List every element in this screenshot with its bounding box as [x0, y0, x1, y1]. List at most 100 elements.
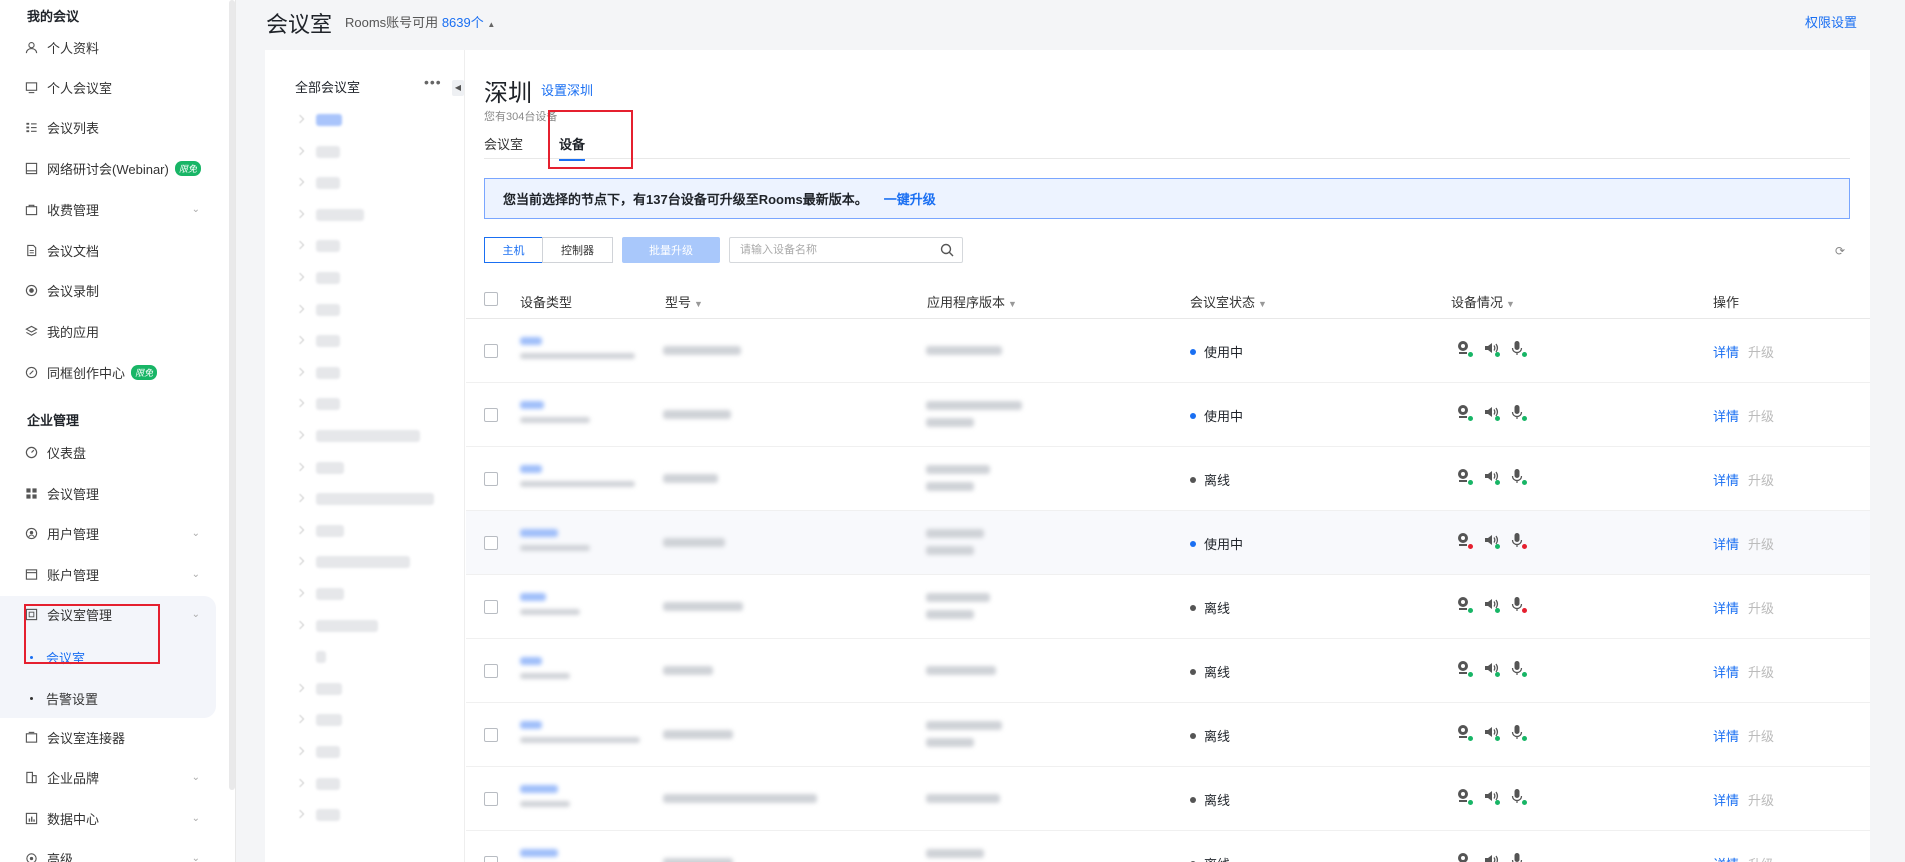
rooms-availability[interactable]: Rooms账号可用 8639个 ▲ — [345, 12, 495, 31]
row-checkbox[interactable] — [484, 728, 498, 742]
detail-link[interactable]: 详情 — [1713, 729, 1739, 744]
search-icon[interactable] — [940, 243, 954, 257]
tree-node[interactable] — [316, 366, 340, 379]
sidebar-item-ent-3[interactable]: 账户管理 ⌄ — [24, 560, 214, 588]
permission-settings-link[interactable]: 权限设置 — [1805, 12, 1857, 31]
filter-icon[interactable]: ▼ — [694, 299, 703, 309]
detail-link[interactable]: 详情 — [1713, 601, 1739, 616]
sidebar-scrollbar[interactable] — [229, 0, 235, 790]
detail-link[interactable]: 详情 — [1713, 665, 1739, 680]
upgrade-link[interactable]: 升级 — [1748, 857, 1774, 862]
sidebar-item-ent-0[interactable]: 仪表盘 — [24, 438, 214, 466]
th-model[interactable]: 型号 ▼ — [665, 292, 703, 311]
tree-node[interactable] — [316, 809, 340, 822]
select-all-checkbox[interactable] — [484, 292, 498, 306]
tree-node[interactable] — [316, 619, 378, 632]
row-checkbox[interactable] — [484, 472, 498, 486]
sidebar-item-my-5[interactable]: 会议文档 — [24, 236, 214, 264]
device-type-redacted[interactable] — [520, 721, 542, 729]
tree-node[interactable] — [316, 240, 340, 253]
tree-node[interactable] — [316, 777, 340, 790]
upgrade-link[interactable]: 升级 — [1748, 473, 1774, 488]
row-checkbox[interactable] — [484, 536, 498, 550]
device-type-redacted[interactable] — [520, 849, 558, 857]
filter-icon[interactable]: ▼ — [1506, 299, 1515, 309]
sidebar-item-bottom-2[interactable]: 数据中心 ⌄ — [24, 804, 214, 832]
device-type-redacted[interactable] — [520, 337, 542, 345]
tree-node[interactable] — [316, 398, 340, 411]
collapse-icon[interactable]: ◀ — [452, 80, 464, 96]
tree-node[interactable] — [316, 114, 342, 126]
filter-icon[interactable]: ▼ — [1258, 299, 1267, 309]
tree-node[interactable] — [316, 335, 340, 348]
sidebar-item-bottom-3[interactable]: 高级 ⌄ — [24, 844, 214, 862]
detail-link[interactable]: 详情 — [1713, 793, 1739, 808]
detail-link[interactable]: 详情 — [1713, 537, 1739, 552]
seg-host[interactable]: 主机 — [484, 237, 543, 263]
tree-node[interactable] — [316, 682, 342, 695]
device-type-redacted[interactable] — [520, 785, 558, 793]
tree-node[interactable] — [316, 493, 434, 506]
tree-node[interactable] — [316, 556, 410, 569]
device-type-redacted[interactable] — [520, 593, 546, 601]
row-checkbox[interactable] — [484, 792, 498, 806]
sidebar-item-my-4[interactable]: 收费管理 ⌄ — [24, 195, 214, 223]
sidebar-item-bottom-1[interactable]: 企业品牌 ⌄ — [24, 763, 214, 791]
row-checkbox[interactable] — [484, 856, 498, 862]
tree-node[interactable] — [316, 208, 364, 221]
upgrade-link[interactable]: 升级 — [1748, 729, 1774, 744]
more-icon[interactable]: ••• — [424, 74, 442, 90]
upgrade-link[interactable]: 升级 — [1748, 537, 1774, 552]
tree-node[interactable] — [316, 145, 340, 158]
tree-node[interactable] — [316, 746, 340, 758]
th-device-condition[interactable]: 设备情况 ▼ — [1451, 292, 1515, 311]
search-input[interactable] — [730, 238, 930, 262]
row-checkbox[interactable] — [484, 344, 498, 358]
sidebar-item-ent-2[interactable]: 用户管理 ⌄ — [24, 519, 214, 547]
sidebar-item-my-8[interactable]: 同框创作中心 限免 — [24, 358, 214, 386]
tab-meeting-room[interactable]: 会议室 — [484, 134, 523, 161]
sidebar-item-my-3[interactable]: 网络研讨会(Webinar) 限免 — [24, 154, 214, 182]
device-type-redacted[interactable] — [520, 465, 542, 473]
th-room-status[interactable]: 会议室状态 ▼ — [1190, 292, 1267, 311]
detail-link[interactable]: 详情 — [1713, 473, 1739, 488]
upgrade-link[interactable]: 升级 — [1748, 345, 1774, 360]
detail-link[interactable]: 详情 — [1713, 345, 1739, 360]
tree-node[interactable] — [316, 524, 344, 537]
sidebar-sub-alarm-settings[interactable]: 告警设置 — [30, 689, 98, 708]
detail-link[interactable]: 详情 — [1713, 857, 1739, 862]
upgrade-link[interactable]: 升级 — [1748, 793, 1774, 808]
seg-controller[interactable]: 控制器 — [542, 237, 613, 263]
tree-node[interactable] — [316, 461, 344, 474]
row-checkbox[interactable] — [484, 600, 498, 614]
upgrade-link[interactable]: 升级 — [1748, 601, 1774, 616]
device-type-redacted[interactable] — [520, 529, 558, 537]
tree-node[interactable] — [316, 272, 340, 284]
detail-link[interactable]: 详情 — [1713, 409, 1739, 424]
row-checkbox[interactable] — [484, 408, 498, 422]
row-checkbox[interactable] — [484, 664, 498, 678]
tree-node[interactable] — [316, 588, 344, 600]
th-app-version[interactable]: 应用程序版本 ▼ — [927, 292, 1017, 311]
tree-node[interactable] — [316, 303, 340, 316]
refresh-icon[interactable]: ⟳ — [1835, 244, 1845, 258]
device-type-redacted[interactable] — [520, 401, 544, 409]
device-type-redacted[interactable] — [520, 657, 542, 665]
sidebar-item-my-2[interactable]: 会议列表 — [24, 113, 214, 141]
sidebar-item-my-1[interactable]: 个人会议室 — [24, 73, 214, 101]
sidebar-item-ent-1[interactable]: 会议管理 — [24, 479, 214, 507]
sidebar-item-my-7[interactable]: 我的应用 — [24, 317, 214, 345]
one-click-upgrade-link[interactable]: 一键升级 — [884, 189, 936, 208]
tree-node[interactable] — [316, 430, 420, 442]
tree-node[interactable] — [316, 714, 342, 727]
upgrade-link[interactable]: 升级 — [1748, 409, 1774, 424]
set-city-link[interactable]: 设置深圳 — [541, 80, 593, 99]
tree-node[interactable] — [316, 177, 340, 190]
sidebar-item-my-6[interactable]: 会议录制 — [24, 276, 214, 304]
upgrade-link[interactable]: 升级 — [1748, 665, 1774, 680]
filter-icon[interactable]: ▼ — [1008, 299, 1017, 309]
tree-node[interactable] — [316, 651, 326, 664]
sidebar-item-my-0[interactable]: 个人资料 — [24, 33, 214, 61]
sidebar-item-bottom-0[interactable]: 会议室连接器 — [24, 723, 214, 751]
batch-upgrade-button[interactable]: 批量升级 — [622, 237, 720, 263]
